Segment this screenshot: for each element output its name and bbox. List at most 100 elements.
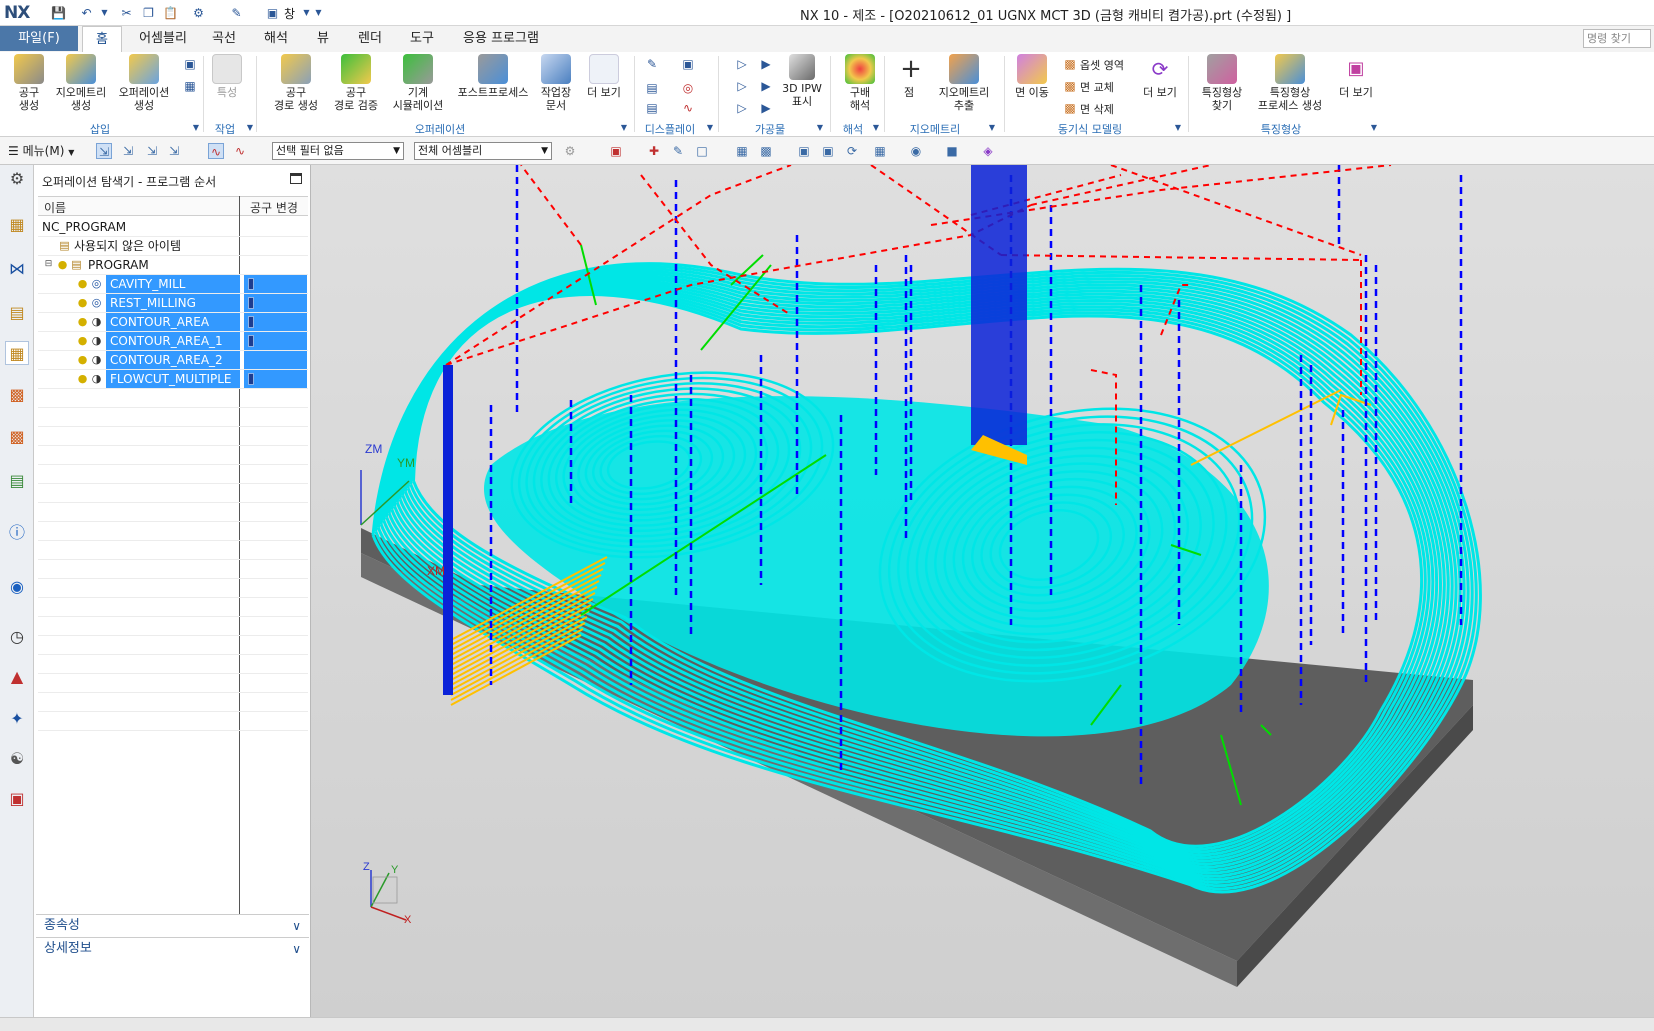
zoom-icon[interactable]: ▣	[820, 143, 836, 159]
snap-end-icon[interactable]: ✚	[646, 143, 662, 159]
toolpath-viewport[interactable]: ZM YM XM Z Y X	[311, 165, 1654, 1017]
display-option-3-icon[interactable]: ▤	[642, 80, 662, 96]
select-geometry-icon[interactable]: ⇲	[166, 143, 182, 159]
operation-row-cavity-mill[interactable]: ● ◎ CAVITY_MILL	[38, 274, 308, 294]
column-header-name[interactable]: 이름	[44, 199, 66, 216]
select-tool-icon[interactable]: ⇲	[144, 143, 160, 159]
tab-home[interactable]: 홈	[82, 26, 122, 52]
move-face-button[interactable]: 면 이동	[1012, 54, 1052, 99]
type-filter-select[interactable]: 선택 필터 없음 ▼	[272, 142, 404, 160]
part-icon[interactable]: ▦	[734, 143, 750, 159]
feature-navigator-icon[interactable]: ▩	[5, 425, 29, 449]
machine-simulation-button[interactable]: 기계 시뮬레이션	[388, 54, 448, 112]
geometry-group-dropdown-icon[interactable]: ▼	[982, 120, 1002, 136]
display-option-2-icon[interactable]: ▣	[678, 56, 698, 72]
solid-icon[interactable]: ▩	[758, 143, 774, 159]
display-option-4-icon[interactable]: ◎	[678, 80, 698, 96]
rotate-icon[interactable]: ⟳	[844, 143, 860, 159]
tab-render[interactable]: 렌더	[352, 26, 388, 52]
tree-item-program[interactable]: ⊟ ● ▤ PROGRAM	[38, 255, 308, 275]
command-search-input[interactable]: 명령 찾기	[1583, 29, 1651, 48]
delete-face-label[interactable]: 면 삭제	[1080, 101, 1114, 117]
point-button[interactable]: + 점	[896, 54, 922, 99]
replace-face-icon[interactable]: ▩	[1060, 78, 1080, 94]
show-3d-ipw-button[interactable]: 3D IPW 표시	[780, 54, 824, 108]
operation-row-contour-area-2[interactable]: ● ◑ CONTOUR_AREA_2	[38, 350, 308, 370]
create-tool-button[interactable]: 공구 생성	[8, 54, 50, 112]
toolpath-view-icon[interactable]: ∿	[208, 143, 224, 159]
select-program-icon[interactable]: ⇲	[120, 143, 136, 159]
delete-face-icon[interactable]: ▩	[1060, 100, 1080, 116]
operation-group-dropdown-icon[interactable]: ▼	[614, 120, 634, 136]
cut-icon[interactable]: ✂	[118, 5, 135, 21]
tree-item-nc-program[interactable]: NC_PROGRAM	[38, 217, 308, 237]
ipw-option-5-icon[interactable]: ▷	[732, 100, 752, 116]
tab-view[interactable]: 뷰	[312, 26, 334, 52]
process-studio-icon[interactable]: ✦	[5, 707, 29, 731]
more-feature-button[interactable]: ▣ 더 보기	[1336, 54, 1376, 99]
display-option-6-icon[interactable]: ∿	[678, 100, 698, 116]
assembly-navigator-icon[interactable]: ▦	[5, 213, 29, 237]
extract-geometry-button[interactable]: 지오메트리 추출	[934, 54, 994, 112]
shop-docs-button[interactable]: 작업장 문서	[536, 54, 576, 112]
window-icon[interactable]: ▣	[264, 5, 281, 21]
reuse-library-icon[interactable]: ▤	[5, 469, 29, 493]
ipw-option-6-icon[interactable]: ▶	[756, 100, 776, 116]
tab-tools[interactable]: 도구	[404, 26, 440, 52]
selection-scope-select[interactable]: 전체 어셈블리 ▼	[414, 142, 552, 160]
window-menu[interactable]: 창	[284, 5, 295, 22]
ipw-option-2-icon[interactable]: ▶	[756, 56, 776, 72]
copy-icon[interactable]: ❐	[140, 5, 157, 21]
offset-region-label[interactable]: 옵셋 영역	[1080, 57, 1124, 73]
tab-applications[interactable]: 응용 프로그램	[458, 26, 544, 52]
operation-row-contour-area-1[interactable]: ● ◑ CONTOUR_AREA_1	[38, 331, 308, 351]
undo-dropdown-icon[interactable]: ▼	[96, 5, 113, 21]
ipw-option-4-icon[interactable]: ▶	[756, 78, 776, 94]
system-materials-icon[interactable]: ◉	[5, 575, 29, 599]
properties-button[interactable]: 특성	[212, 54, 242, 99]
tab-analysis[interactable]: 해석	[258, 26, 294, 52]
collapse-icon[interactable]: ⊟	[42, 258, 55, 271]
replace-face-label[interactable]: 면 교체	[1080, 79, 1114, 95]
paste-icon[interactable]: 📋	[162, 5, 179, 21]
render-style-icon[interactable]: ◉	[908, 143, 924, 159]
orient-view-icon[interactable]: ▦	[872, 143, 888, 159]
part-navigator-icon[interactable]: ▤	[5, 301, 29, 325]
tree-item-unused-items[interactable]: ▤ 사용되지 않은 아이템	[38, 236, 308, 256]
snap-point-icon[interactable]: ▣	[608, 143, 624, 159]
verify-toolpath-button[interactable]: 공구 경로 검증	[330, 54, 382, 112]
web-browser-icon[interactable]: ⓘ	[5, 521, 29, 545]
create-geometry-button[interactable]: 지오메트리 생성	[52, 54, 110, 112]
feature-group-dropdown-icon[interactable]: ▼	[1364, 120, 1384, 136]
postprocess-button[interactable]: 포스트프로세스	[452, 54, 534, 99]
toolpath-view-2-icon[interactable]: ∿	[232, 143, 248, 159]
customize-quick-access-icon[interactable]: ▼	[310, 5, 327, 21]
display-option-1-icon[interactable]: ✎	[642, 56, 662, 72]
edit-section-icon[interactable]: ■	[944, 143, 960, 159]
selection-box-icon[interactable]: □	[694, 143, 710, 159]
work-group-dropdown-icon[interactable]: ▼	[240, 120, 260, 136]
tab-file[interactable]: 파일(F)	[0, 26, 78, 51]
find-features-button[interactable]: 특징형상 찾기	[1198, 54, 1246, 112]
select-toolpath-icon[interactable]: ⇲	[96, 143, 112, 159]
operation-navigator-icon[interactable]: ▦	[5, 341, 29, 365]
more-sync-button[interactable]: ⟳ 더 보기	[1140, 54, 1180, 99]
create-operation-button[interactable]: 오퍼레이션 생성	[114, 54, 174, 112]
save-icon[interactable]: 💾	[50, 5, 67, 21]
generate-toolpath-button[interactable]: 공구 경로 생성	[268, 54, 324, 112]
undo-icon[interactable]: ↶	[78, 5, 95, 21]
tab-assembly[interactable]: 어셈블리	[130, 26, 196, 52]
operation-row-rest-milling[interactable]: ● ◎ REST_MILLING	[38, 293, 308, 313]
workpiece-group-dropdown-icon[interactable]: ▼	[810, 120, 830, 136]
history-icon[interactable]: ◷	[5, 625, 29, 649]
show-hide-icon[interactable]: ◈	[980, 143, 996, 159]
maximize-icon[interactable]	[290, 173, 302, 184]
dependencies-panel[interactable]: 종속성 ∨	[36, 914, 309, 936]
system-scene-icon[interactable]: ▲	[5, 665, 29, 689]
snap-mid-icon[interactable]: ✎	[670, 143, 686, 159]
create-feature-process-button[interactable]: 특징형상 프로세스 생성	[1252, 54, 1328, 112]
general-selection-icon[interactable]: ⚙	[562, 143, 578, 159]
touch-mode-icon[interactable]: ✎	[228, 5, 245, 21]
roles-icon[interactable]: ☯	[5, 747, 29, 771]
menu-button[interactable]: ☰ 메뉴(M) ▼	[8, 142, 74, 159]
